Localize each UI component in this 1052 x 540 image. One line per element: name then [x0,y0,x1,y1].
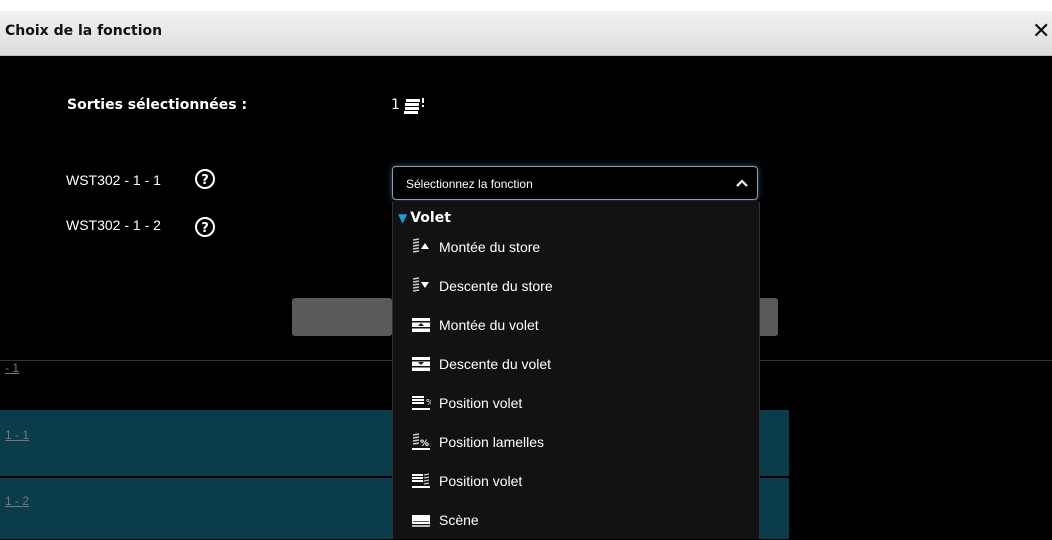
help-icon[interactable]: ? [194,216,216,238]
option-label: Position lamelles [439,434,545,450]
table-row-link[interactable]: - 1 [5,361,19,375]
slats-position-icon: % [412,433,430,450]
svg-text:%: % [426,398,431,407]
shutter-down-icon [412,357,430,371]
output-name: WST302 - 1 - 1 [66,172,161,188]
output-name: WST302 - 1 - 2 [66,217,161,233]
option-label: Descente du volet [439,356,552,372]
selected-outputs-label: Sorties sélectionnées : [67,97,248,113]
caret-down-icon: ▼ [398,211,408,225]
option-label: Montée du store [439,239,541,255]
option-store-up[interactable]: Montée du store [393,229,759,267]
option-label: Position volet [439,395,523,411]
shutter-position-icon: % [412,396,431,410]
dialog-title: Choix de la fonction [5,23,163,39]
selected-outputs-count: 1 [391,97,400,113]
chevron-up-icon [736,179,748,187]
top-strip [0,0,1052,11]
option-label: Descente du store [439,278,553,294]
function-select[interactable]: Sélectionnez la fonction [392,166,758,200]
cancel-button[interactable] [292,298,392,336]
shutter-up-icon [412,318,430,332]
table-row-link[interactable]: 1 - 2 [5,494,29,508]
close-icon[interactable]: ✕ [1032,20,1050,44]
store-down-icon [412,277,429,292]
function-select-value: Sélectionnez la fonction [406,177,533,191]
option-slats-position[interactable]: % Position lamelles [393,424,759,462]
confirm-button[interactable] [758,298,778,336]
option-scene[interactable]: Scène [393,502,759,540]
scene-icon [412,515,430,527]
dialog-header: Choix de la fonction ✕ [0,11,1052,56]
outputs-stack-icon [404,98,424,114]
option-shutter-down[interactable]: Descente du volet [393,346,759,384]
option-label: Montée du volet [439,317,539,333]
svg-text:?: ? [201,173,209,188]
dropdown-group-header[interactable]: ▼ Volet [398,210,451,226]
option-label: Scène [439,512,479,528]
store-up-icon [412,238,429,253]
group-label: Volet [410,210,451,226]
shutter-slats-position-icon [412,473,430,488]
svg-text:?: ? [201,221,209,236]
option-label: Position volet [439,473,523,489]
function-dropdown: ▼ Volet Montée du store Descente du store… [392,202,760,539]
option-shutter-up[interactable]: Montée du volet [393,307,759,345]
help-icon[interactable]: ? [194,168,216,190]
option-shutter-slats-position[interactable]: Position volet [393,463,759,501]
table-row-link[interactable]: 1 - 1 [5,428,29,442]
svg-text:%: % [420,439,429,449]
option-shutter-position[interactable]: % Position volet [393,385,759,423]
option-store-down[interactable]: Descente du store [393,268,759,306]
